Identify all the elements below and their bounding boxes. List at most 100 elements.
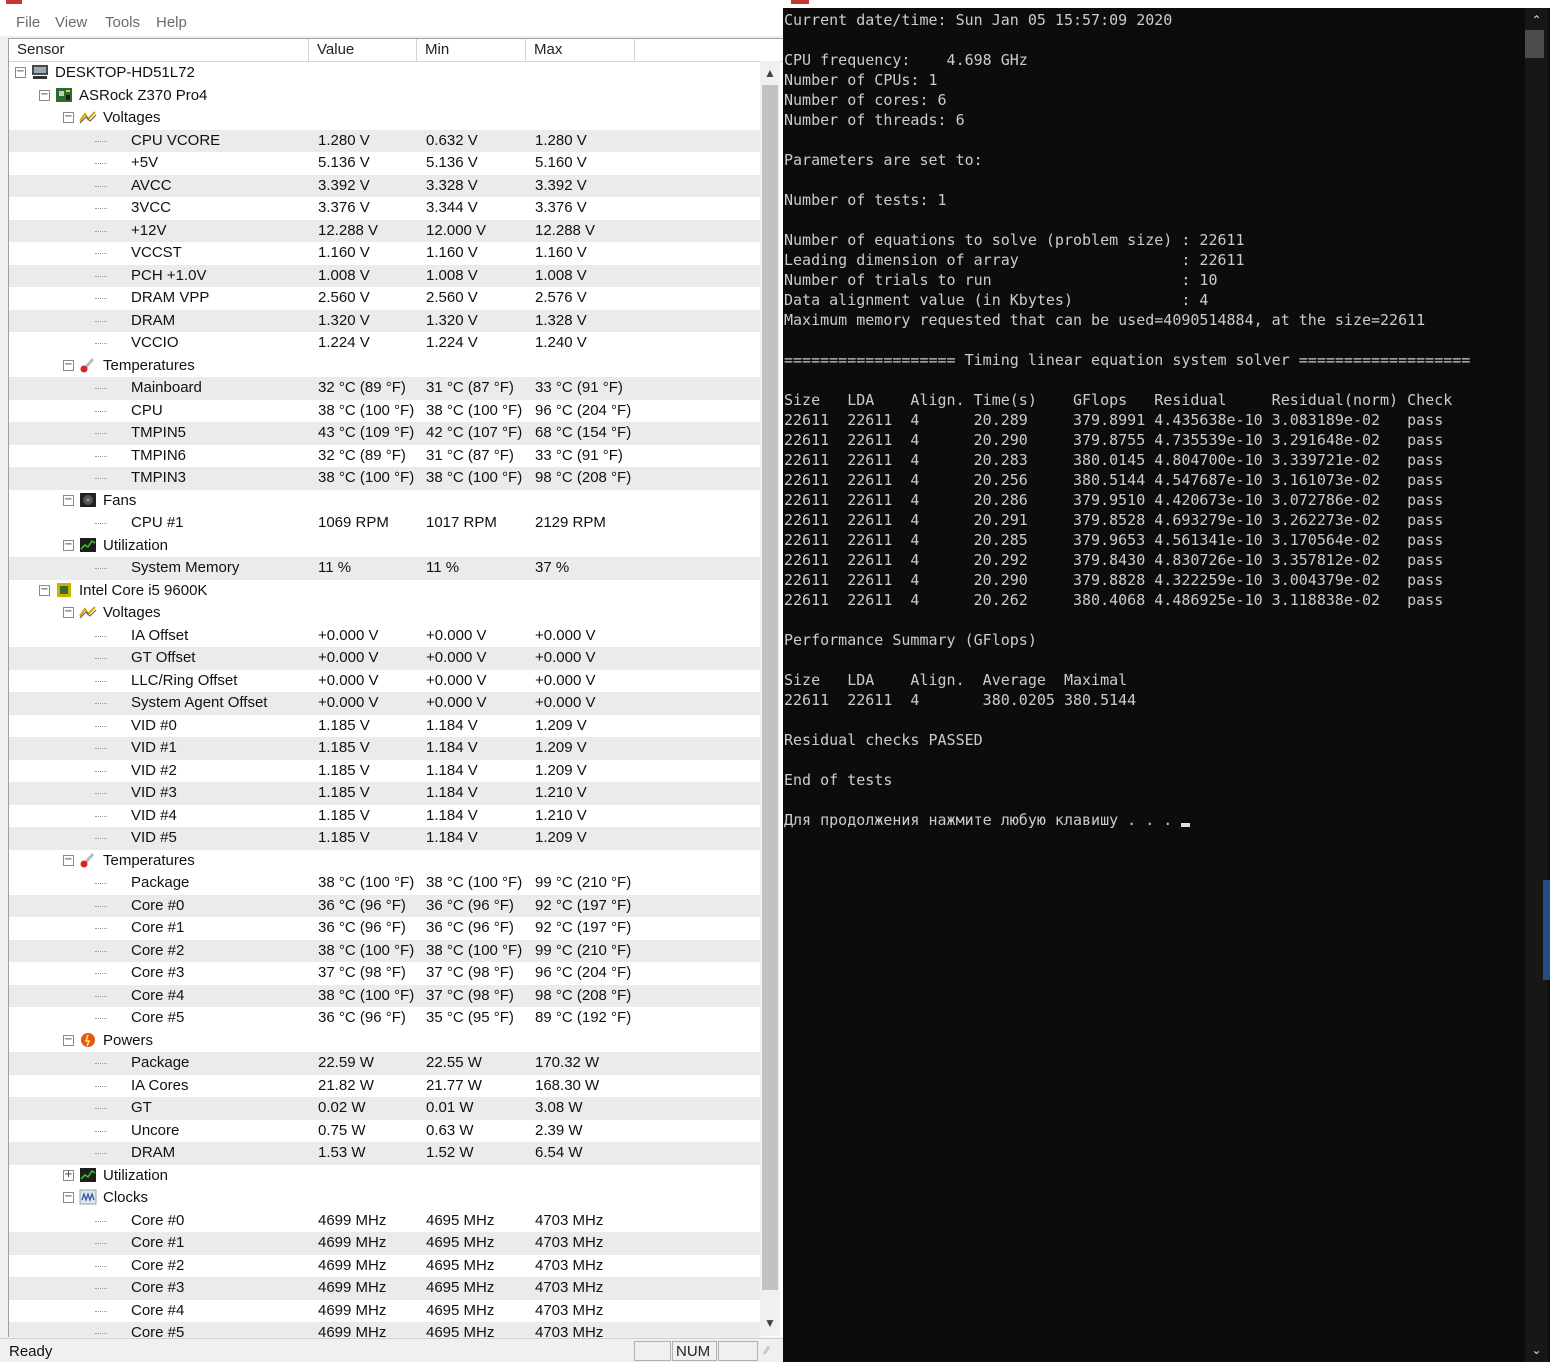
collapse-icon[interactable]: −: [63, 359, 74, 371]
sensor-row[interactable]: Core #4 38 °C (100 °F) 37 °C (98 °F) 98 °C …: [9, 984, 761, 1007]
sensor-row[interactable]: TMPIN3 38 °C (100 °F) 38 °C (100 °F) 98 °C …: [9, 467, 761, 490]
sensor-row[interactable]: VID #1 1.185 V 1.184 V 1.209 V: [9, 737, 761, 760]
console-scrollbar[interactable]: ⌃ ⌄: [1525, 8, 1548, 1362]
sensor-row[interactable]: Core #5 36 °C (96 °F) 35 °C (95 °F) 89 °C (…: [9, 1007, 761, 1030]
sensor-row[interactable]: Core #5 4699 MHz 4695 MHz 4703 MHz: [9, 1322, 761, 1337]
sensor-row[interactable]: Core #4 4699 MHz 4695 MHz 4703 MHz: [9, 1300, 761, 1323]
sensor-min: 1017 RPM: [426, 514, 497, 531]
sensor-row[interactable]: IA Cores 21.82 W 21.77 W 168.30 W: [9, 1075, 761, 1098]
collapse-icon[interactable]: −: [63, 112, 74, 123]
tree-connector: [95, 770, 107, 772]
vertical-scrollbar[interactable]: ▲ ▼: [760, 61, 780, 1336]
tree-group-row[interactable]: − Voltages: [9, 602, 761, 625]
sensor-row[interactable]: VID #5 1.185 V 1.184 V 1.209 V: [9, 827, 761, 850]
sensor-row[interactable]: 3VCC 3.376 V 3.344 V 3.376 V: [9, 197, 761, 220]
console-scroll-down-icon[interactable]: ⌄: [1525, 1340, 1548, 1360]
collapse-icon[interactable]: −: [63, 539, 74, 551]
sensor-row[interactable]: VCCIO 1.224 V 1.224 V 1.240 V: [9, 332, 761, 355]
title-bar[interactable]: [0, 0, 783, 8]
sensor-row[interactable]: GT Offset +0.000 V +0.000 V +0.000 V: [9, 647, 761, 670]
sensor-row[interactable]: System Agent Offset +0.000 V +0.000 V +0.00…: [9, 692, 761, 715]
sensor-row[interactable]: VID #4 1.185 V 1.184 V 1.210 V: [9, 805, 761, 828]
console-line: Residual checks PASSED: [784, 731, 983, 749]
tree-group-row[interactable]: − Intel Core i5 9600K: [9, 580, 761, 603]
sensor-label: Core #4: [131, 1301, 185, 1319]
tree-group-row[interactable]: − Fans: [9, 490, 761, 513]
sensor-label: Intel Core i5 9600K: [79, 581, 208, 599]
collapse-icon[interactable]: −: [63, 854, 74, 866]
sensor-row[interactable]: Core #0 36 °C (96 °F) 36 °C (96 °F) 92 °C (…: [9, 894, 761, 917]
menu-view[interactable]: View: [55, 14, 87, 31]
sensor-row[interactable]: Core #2 38 °C (100 °F) 38 °C (100 °F) 99 °C…: [9, 939, 761, 962]
collapse-icon[interactable]: −: [15, 67, 26, 78]
sensor-row[interactable]: GT 0.02 W 0.01 W 3.08 W: [9, 1097, 761, 1120]
sensor-row[interactable]: TMPIN6 32 °C (89 °F) 31 °C (87 °F) 33 °C (9…: [9, 445, 761, 468]
sensor-row[interactable]: VID #2 1.185 V 1.184 V 1.209 V: [9, 760, 761, 783]
tree-group-row[interactable]: − Powers: [9, 1030, 761, 1053]
scroll-thumb[interactable]: [762, 85, 778, 1290]
sensor-row[interactable]: Core #0 4699 MHz 4695 MHz 4703 MHz: [9, 1210, 761, 1233]
collapse-icon[interactable]: −: [39, 89, 50, 101]
sensor-row[interactable]: LLC/Ring Offset +0.000 V +0.000 V +0.000 V: [9, 670, 761, 693]
console-scroll-thumb[interactable]: [1525, 30, 1544, 58]
sensor-row[interactable]: Uncore 0.75 W 0.63 W 2.39 W: [9, 1120, 761, 1143]
sensor-row[interactable]: VCCST 1.160 V 1.160 V 1.160 V: [9, 242, 761, 265]
sensor-row[interactable]: Core #1 36 °C (96 °F) 36 °C (96 °F) 92 °C (…: [9, 917, 761, 940]
sensor-row[interactable]: TMPIN5 43 °C (109 °F) 42 °C (107 °F) 68 °C …: [9, 422, 761, 445]
menu-tools[interactable]: Tools: [105, 14, 140, 31]
tree-group-row[interactable]: + Utilization: [9, 1165, 761, 1188]
sensor-row[interactable]: DRAM 1.53 W 1.52 W 6.54 W: [9, 1142, 761, 1165]
scroll-down-icon[interactable]: ▼: [760, 1313, 780, 1333]
collapse-icon[interactable]: −: [63, 607, 74, 618]
sensor-row[interactable]: Core #3 37 °C (98 °F) 37 °C (98 °F) 96 °C (…: [9, 962, 761, 985]
sensor-max: 1.328 V: [535, 311, 587, 329]
menu-file[interactable]: File: [16, 14, 40, 31]
collapse-icon[interactable]: −: [39, 584, 50, 596]
expand-icon[interactable]: +: [63, 1169, 74, 1181]
tree-group-row[interactable]: − DESKTOP-HD51L72: [9, 62, 761, 85]
sensor-row[interactable]: Core #1 4699 MHz 4695 MHz 4703 MHz: [9, 1232, 761, 1255]
sensor-row[interactable]: Core #3 4699 MHz 4695 MHz 4703 MHz: [9, 1277, 761, 1300]
sensor-row[interactable]: VID #3 1.185 V 1.184 V 1.210 V: [9, 782, 761, 805]
sensor-row[interactable]: PCH +1.0V 1.008 V 1.008 V 1.008 V: [9, 264, 761, 287]
sensor-row[interactable]: AVCC 3.392 V 3.328 V 3.392 V: [9, 174, 761, 197]
column-value[interactable]: Value: [309, 39, 417, 61]
tree-group-row[interactable]: − Utilization: [9, 535, 761, 558]
sensor-max: 37 %: [535, 559, 570, 576]
console-title-bar[interactable]: [783, 0, 1550, 8]
collapse-icon[interactable]: −: [63, 494, 74, 506]
resize-grip-icon[interactable]: ∕∕: [765, 1345, 769, 1357]
sensor-label: Fans: [103, 491, 137, 509]
sensor-value: 38 °C (100 °F): [318, 874, 415, 891]
sensor-row[interactable]: VID #0 1.185 V 1.184 V 1.209 V: [9, 715, 761, 738]
sensor-row[interactable]: IA Offset +0.000 V +0.000 V +0.000 V: [9, 625, 761, 648]
tree-group-row[interactable]: − Temperatures: [9, 355, 761, 378]
sensor-row[interactable]: +5V 5.136 V 5.136 V 5.160 V: [9, 152, 761, 175]
column-max[interactable]: Max: [526, 39, 635, 61]
tree-group-row[interactable]: − Temperatures: [9, 850, 761, 873]
sensor-row[interactable]: DRAM 1.320 V 1.320 V 1.328 V: [9, 309, 761, 332]
sensor-row[interactable]: Package 38 °C (100 °F) 38 °C (100 °F) 99 °C…: [9, 872, 761, 895]
tree-group-row[interactable]: − Voltages: [9, 107, 761, 130]
column-sensor[interactable]: Sensor: [9, 39, 309, 61]
tree-group-row[interactable]: − ASRock Z370 Pro4: [9, 85, 761, 108]
sensor-row[interactable]: Core #2 4699 MHz 4695 MHz 4703 MHz: [9, 1255, 761, 1278]
column-min[interactable]: Min: [417, 39, 526, 61]
sensor-row[interactable]: CPU #1 1069 RPM 1017 RPM 2129 RPM: [9, 512, 761, 535]
collapse-icon[interactable]: −: [63, 1034, 74, 1046]
sensor-row[interactable]: +12V 12.288 V 12.000 V 12.288 V: [9, 219, 761, 242]
console-scroll-up-icon[interactable]: ⌃: [1525, 10, 1548, 30]
sensor-row[interactable]: Package 22.59 W 22.55 W 170.32 W: [9, 1052, 761, 1075]
sensor-row[interactable]: CPU VCORE 1.280 V 0.632 V 1.280 V: [9, 129, 761, 152]
sensor-row[interactable]: DRAM VPP 2.560 V 2.560 V 2.576 V: [9, 287, 761, 310]
collapse-icon[interactable]: −: [63, 1192, 74, 1203]
scroll-up-icon[interactable]: ▲: [760, 63, 780, 83]
sensor-row[interactable]: Mainboard 32 °C (89 °F) 31 °C (87 °F) 33 °C…: [9, 377, 761, 400]
sensor-row[interactable]: System Memory 11 % 11 % 37 %: [9, 557, 761, 580]
menu-help[interactable]: Help: [156, 14, 187, 31]
sensor-value: 36 °C (96 °F): [318, 1009, 406, 1026]
sensor-row[interactable]: CPU 38 °C (100 °F) 38 °C (100 °F) 96 °C (20…: [9, 400, 761, 423]
tree-group-row[interactable]: − Clocks: [9, 1187, 761, 1210]
console-line: 22611 22611 4 20.262 380.4068 4.486925e-…: [784, 591, 1444, 609]
sensor-min: 21.77 W: [426, 1076, 482, 1094]
